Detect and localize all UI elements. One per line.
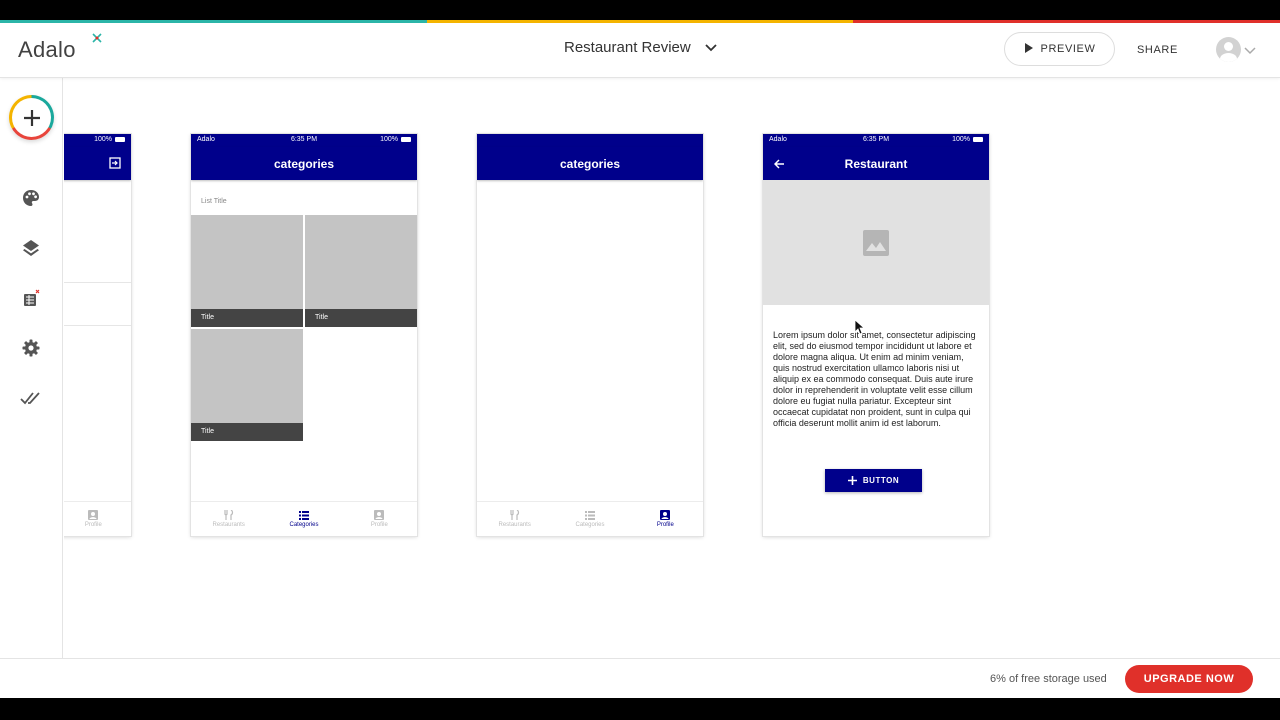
screen-categories-empty[interactable]: categories Restaurants Categories Profil… — [477, 134, 703, 536]
list-title: List Title — [201, 198, 227, 205]
app-bar: Restaurant — [763, 147, 989, 180]
back-arrow-icon[interactable] — [773, 158, 785, 172]
list-divider — [64, 325, 131, 326]
list-icon — [298, 510, 309, 520]
tab-categories[interactable]: Categories — [552, 502, 627, 536]
layers-icon — [23, 240, 39, 256]
storage-usage-text: 6% of free storage used — [990, 673, 1107, 685]
layers-button[interactable] — [20, 237, 42, 259]
avatar[interactable] — [1216, 37, 1241, 62]
tab-categories[interactable]: Categories — [266, 502, 341, 536]
app-bar: categories — [191, 147, 417, 180]
body-paragraph: Lorem ipsum dolor sit amet, consectetur … — [773, 330, 976, 428]
screens-canvas: 100% Profile Adalo 6:35 PM 100% categori… — [64, 78, 1280, 658]
project-title-dropdown[interactable]: Restaurant Review — [564, 39, 717, 56]
tab-restaurants[interactable]: Restaurants — [477, 502, 552, 536]
add-component-button[interactable] — [9, 95, 54, 140]
list-icon — [584, 510, 595, 520]
primary-action-button[interactable]: BUTTON — [825, 469, 922, 492]
profile-icon — [374, 510, 385, 520]
button-label: BUTTON — [862, 476, 900, 485]
image-list-tile[interactable]: Title — [305, 215, 417, 327]
screen-profile-partial[interactable]: 100% Profile — [64, 134, 131, 536]
bottom-footer: 6% of free storage used UPGRADE NOW — [0, 658, 1280, 698]
logout-icon[interactable] — [109, 157, 121, 172]
play-icon — [1024, 42, 1033, 56]
strip-segment — [426, 20, 854, 23]
database-button[interactable] — [20, 287, 42, 309]
gear-icon — [22, 339, 40, 357]
strip-segment — [853, 20, 1280, 23]
tab-categories-label: Categories — [289, 521, 319, 528]
preview-button[interactable]: PREVIEW — [1004, 32, 1115, 66]
strip-segment — [0, 20, 427, 23]
tab-profile-label: Profile — [370, 522, 388, 528]
tile-caption: Title — [191, 309, 303, 327]
tab-categories-label: Categories — [575, 521, 605, 528]
branding-button[interactable] — [20, 187, 42, 209]
adalo-logo[interactable]: Adalo — [18, 33, 102, 63]
restaurant-icon — [224, 510, 233, 520]
battery-text: 100% — [380, 136, 398, 143]
tab-restaurants[interactable]: Restaurants — [191, 502, 266, 536]
logo-text: Adalo — [18, 37, 76, 62]
status-bar: Adalo 6:35 PM 100% — [191, 134, 417, 147]
status-bar: 100% — [64, 134, 131, 147]
chevron-down-icon — [705, 39, 717, 56]
top-header: Adalo Restaurant Review PREVIEW SHARE — [0, 20, 1280, 78]
app-bar: categories — [477, 147, 703, 180]
tab-profile[interactable]: Profile — [628, 502, 703, 536]
battery-text: 100% — [94, 136, 112, 143]
chevron-down-icon[interactable] — [1244, 42, 1256, 60]
tab-profile[interactable]: Profile — [64, 502, 131, 536]
app-bar — [64, 147, 131, 180]
battery-icon — [401, 137, 411, 142]
list-divider — [64, 282, 131, 283]
tab-profile[interactable]: Profile — [342, 502, 417, 536]
tab-profile-label: Profile — [656, 522, 674, 528]
bottom-tab-bar: Restaurants Categories Profile — [191, 501, 417, 536]
status-bar — [477, 134, 703, 147]
image-placeholder[interactable] — [763, 180, 989, 305]
app-bar-title: Restaurant — [844, 156, 908, 171]
logo-spark-icon — [92, 33, 102, 46]
preview-label: PREVIEW — [1040, 43, 1096, 55]
image-list-tile[interactable]: Title — [191, 215, 303, 327]
profile-icon — [88, 510, 99, 520]
palette-icon — [23, 190, 39, 206]
tab-restaurants-label: Restaurants — [212, 522, 245, 528]
screen-restaurant-detail[interactable]: Adalo 6:35 PM 100% Restaurant Lorem ipsu… — [763, 134, 989, 536]
app-bar-title: categories — [273, 156, 335, 171]
image-list-tile[interactable]: Title — [191, 329, 303, 441]
settings-button[interactable] — [20, 337, 42, 359]
status-bar: Adalo 6:35 PM 100% — [763, 134, 989, 147]
bottom-tab-bar: Restaurants Categories Profile — [477, 501, 703, 536]
battery-icon — [973, 137, 983, 142]
profile-icon — [660, 510, 671, 520]
tab-restaurants-label: Restaurants — [498, 522, 531, 528]
share-button[interactable]: SHARE — [1137, 44, 1178, 56]
plus-icon — [23, 109, 40, 126]
app-bar-title: categories — [559, 156, 621, 171]
upgrade-now-button[interactable]: UPGRADE NOW — [1125, 665, 1253, 693]
brand-color-strip — [0, 20, 1280, 23]
tile-caption: Title — [305, 309, 417, 327]
mouse-cursor-icon — [854, 319, 866, 340]
plus-icon — [847, 476, 857, 485]
tab-profile-label: Profile — [84, 522, 102, 528]
battery-text: 100% — [952, 136, 970, 143]
battery-icon — [115, 137, 125, 142]
screen-categories-list[interactable]: Adalo 6:35 PM 100% categories List Title… — [191, 134, 417, 536]
project-title: Restaurant Review — [564, 39, 691, 56]
double-check-icon — [20, 392, 40, 405]
restaurant-icon — [510, 510, 519, 520]
adalo-editor: Adalo Restaurant Review PREVIEW SHARE 10… — [0, 20, 1280, 698]
bottom-tab-bar: Profile — [64, 501, 131, 536]
database-icon — [24, 289, 40, 306]
publish-button[interactable] — [20, 387, 42, 409]
image-icon — [863, 229, 889, 256]
left-sidebar — [0, 78, 63, 658]
tile-caption: Title — [191, 423, 303, 441]
